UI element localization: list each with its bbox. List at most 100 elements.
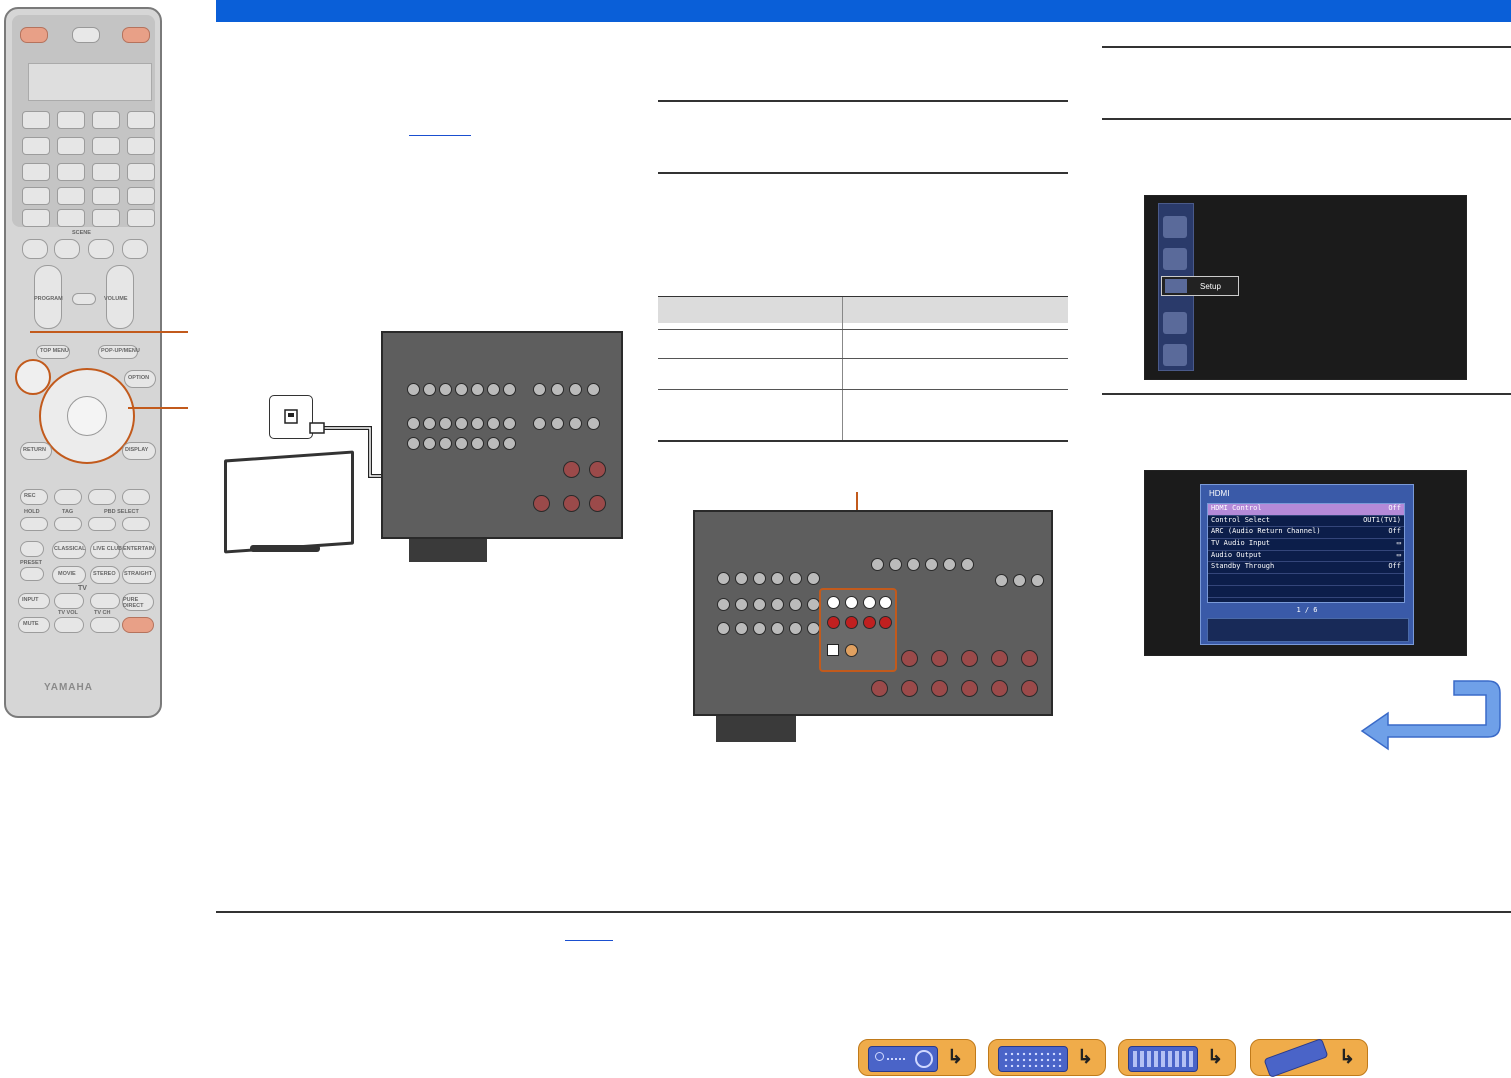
mute-label: MUTE — [23, 621, 39, 627]
play-button[interactable] — [122, 489, 150, 505]
back-arrow-icon[interactable] — [1358, 675, 1504, 757]
receiver-rear-panel-2 — [693, 510, 1053, 716]
cursor-pad[interactable] — [39, 368, 135, 464]
input-button-16[interactable] — [127, 187, 155, 205]
input-button-8[interactable] — [127, 137, 155, 155]
source-power-button[interactable] — [72, 27, 100, 43]
preset-up-button[interactable] — [20, 541, 44, 557]
input-button-1[interactable] — [22, 111, 50, 129]
display-label: DISPLAY — [125, 447, 149, 453]
nav-arrow-icon: ↳ — [1077, 1047, 1093, 1068]
pause-button[interactable] — [88, 489, 116, 505]
input-icon[interactable] — [1163, 216, 1187, 238]
power-icon[interactable] — [20, 27, 48, 43]
input-button-5[interactable] — [22, 137, 50, 155]
yamaha-logo: YAMAHA — [44, 682, 93, 693]
table-row-rule-1 — [658, 329, 1068, 330]
nav-front-panel[interactable]: ↳ — [858, 1039, 976, 1076]
page-link-1[interactable] — [409, 135, 471, 136]
hdmi-panel: HDMI HDMI Control Off Control Select OUT1(… — [1200, 484, 1414, 645]
straight-label: STRAIGHT — [124, 571, 153, 577]
right-rule-1 — [1102, 46, 1511, 48]
tv-ch-down-button[interactable] — [90, 617, 120, 633]
input-button-10[interactable] — [57, 163, 85, 181]
program-label: PROGRAM — [34, 296, 63, 302]
page-link-2[interactable] — [565, 940, 613, 941]
nav-remote-control[interactable]: ↳ — [1250, 1038, 1368, 1078]
input-button-7[interactable] — [92, 137, 120, 155]
input-button-18[interactable] — [57, 209, 85, 227]
movie-label: MOVIE — [58, 571, 76, 577]
input-button-9[interactable] — [22, 163, 50, 181]
fast-forward-button[interactable] — [54, 517, 82, 531]
skip-back-button[interactable] — [20, 517, 48, 531]
tv-power-button[interactable] — [122, 617, 154, 633]
live-club-label: LIVE CLUB — [93, 546, 123, 552]
input-button-12[interactable] — [127, 163, 155, 181]
information-icon[interactable] — [1163, 312, 1187, 334]
receiver-front-icon — [868, 1046, 938, 1072]
scene-button-1[interactable] — [22, 239, 48, 259]
scene-icon[interactable] — [1163, 248, 1187, 270]
popup-menu-label: POP-UP/MENU — [101, 348, 140, 354]
scene-button-2[interactable] — [54, 239, 80, 259]
setup-label: Setup — [1200, 281, 1221, 291]
tv-vol-up-button[interactable] — [54, 593, 84, 609]
input-button-4[interactable] — [127, 111, 155, 129]
hdmi-row[interactable]: Control Select OUT1(TV1) — [1208, 516, 1404, 528]
input-button-20[interactable] — [127, 209, 155, 227]
classical-label: CLASSICAL — [54, 546, 86, 552]
scene-button-3[interactable] — [88, 239, 114, 259]
hdmi-row[interactable]: TV Audio Input ▭ — [1208, 539, 1404, 551]
callout-line-2 — [128, 407, 188, 409]
pure-direct-label: PURE DIRECT — [123, 597, 144, 609]
enter-button[interactable] — [67, 396, 107, 436]
mute-small-button[interactable] — [72, 293, 96, 305]
table-row-rule-3 — [658, 389, 1068, 390]
hdmi-row[interactable]: ARC (Audio Return Channel) Off — [1208, 527, 1404, 540]
hold-label: HOLD — [24, 509, 40, 515]
input-button-19[interactable] — [92, 209, 120, 227]
remote-display — [28, 63, 152, 101]
input-button-6[interactable] — [57, 137, 85, 155]
hdmi-row[interactable]: HDMI Control Off — [1208, 504, 1404, 516]
remote-control-icon — [1263, 1038, 1329, 1078]
skip-back-button-2[interactable] — [88, 517, 116, 531]
input-button-17[interactable] — [22, 209, 50, 227]
standby-icon[interactable] — [122, 27, 150, 43]
top-menu-label: TOP MENU — [40, 348, 69, 354]
nav-rear-panel[interactable]: ↳ — [988, 1039, 1106, 1076]
tv-ch-up-button[interactable] — [90, 593, 120, 609]
input-label: INPUT — [22, 597, 39, 603]
scene-button-4[interactable] — [122, 239, 148, 259]
tv-vol-label: TV VOL — [58, 610, 78, 616]
input-button-15[interactable] — [92, 187, 120, 205]
scene-label: SCENE — [72, 230, 91, 236]
hdmi-row[interactable]: Standby Through Off — [1208, 562, 1404, 575]
remote-upper-panel — [12, 15, 155, 227]
option-label: OPTION — [128, 375, 150, 381]
stop-button[interactable] — [54, 489, 82, 505]
rec-label: REC — [24, 493, 36, 499]
right-rule-3 — [1102, 393, 1511, 395]
input-button-3[interactable] — [92, 111, 120, 129]
hdmi-row[interactable]: Audio Output ▭ — [1208, 551, 1404, 563]
hdmi-menu-screen: HDMI HDMI Control Off Control Select OUT1(… — [1144, 470, 1467, 656]
footer-rule — [216, 911, 1511, 913]
tv-vol-down-button[interactable] — [54, 617, 84, 633]
nav-front-display[interactable]: ↳ — [1118, 1039, 1236, 1076]
setup-menu-screen: Setup — [1144, 195, 1467, 380]
input-button-11[interactable] — [92, 163, 120, 181]
return-label: RETURN — [23, 447, 46, 453]
tv-ch-label: TV CH — [94, 610, 111, 616]
receiver-foot-2 — [716, 716, 796, 742]
tv-label: TV — [78, 585, 87, 592]
skip-forward-button[interactable] — [122, 517, 150, 531]
preset-down-button[interactable] — [20, 567, 44, 581]
tag-label: TAG — [62, 509, 74, 515]
input-button-13[interactable] — [22, 187, 50, 205]
hdmi-option-list: HDMI Control Off Control Select OUT1(TV1) … — [1207, 503, 1405, 603]
input-button-2[interactable] — [57, 111, 85, 129]
advanced-icon[interactable] — [1163, 344, 1187, 366]
input-button-14[interactable] — [57, 187, 85, 205]
